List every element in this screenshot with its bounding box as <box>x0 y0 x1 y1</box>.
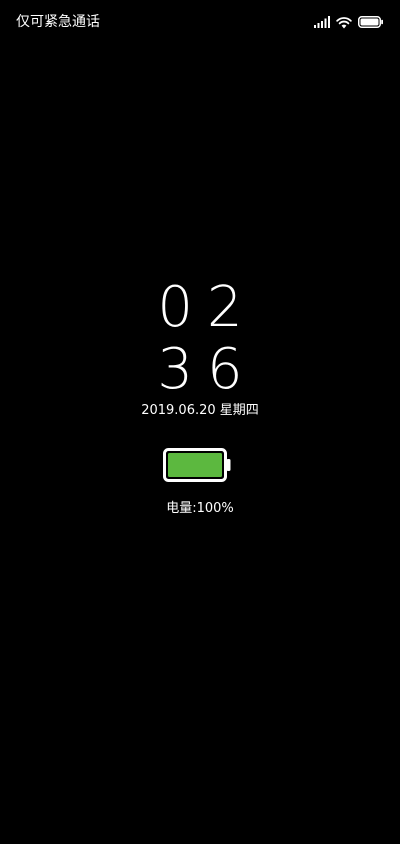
clock-minutes: 36 <box>157 337 257 402</box>
status-icons <box>314 14 384 30</box>
date-weekday: 2019.06.20 星期四 <box>141 403 259 418</box>
emergency-calls-only-label: 仅可紧急通话 <box>16 14 100 30</box>
signal-icon <box>314 16 330 28</box>
battery-status-icon <box>358 16 384 28</box>
battery-level-label: 电量:100% <box>166 501 234 516</box>
status-bar: 仅可紧急通话 <box>0 0 400 44</box>
battery-fill-level <box>168 453 222 477</box>
clock-hours: 02 <box>157 275 257 340</box>
charging-battery-icon <box>163 448 233 484</box>
wifi-icon <box>336 16 352 29</box>
